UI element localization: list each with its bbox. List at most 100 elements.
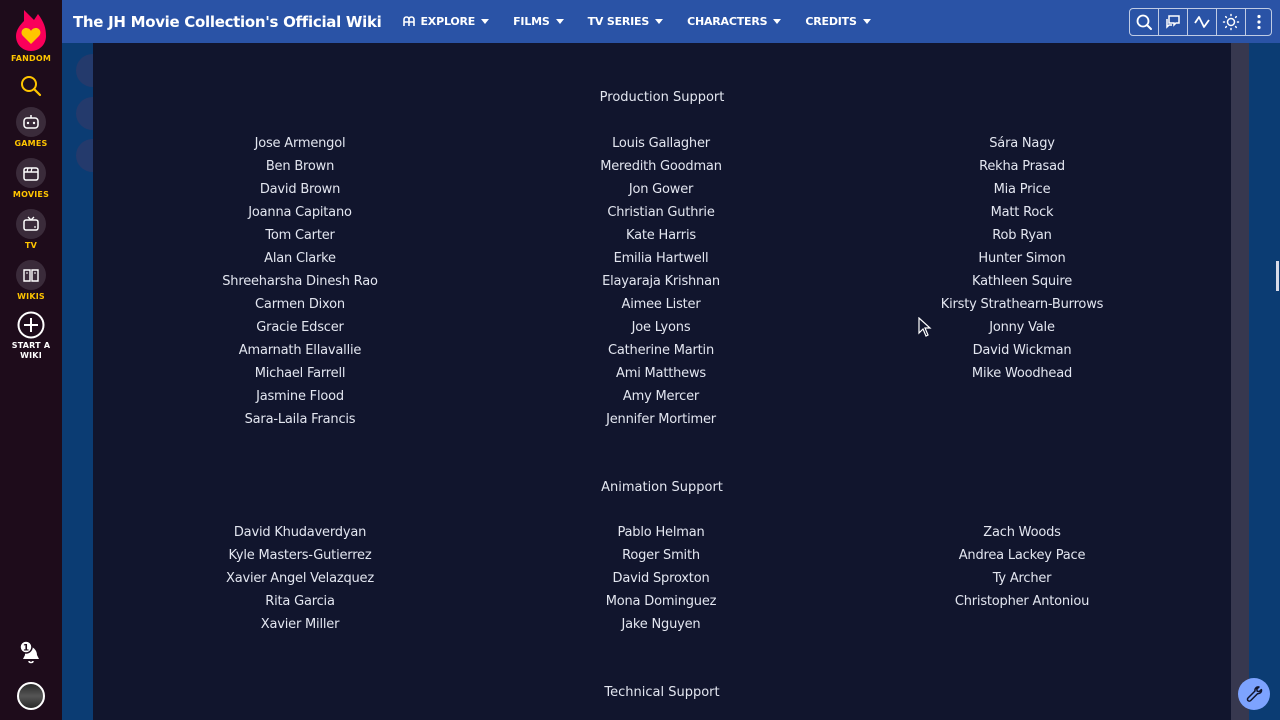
credit-name: Louis Gallagher: [612, 136, 710, 151]
chevron-down-icon: [481, 19, 490, 24]
credit-name: Sara-Laila Francis: [244, 412, 356, 427]
user-avatar[interactable]: [17, 682, 45, 710]
chevron-down-icon: [773, 19, 782, 24]
credit-name: Meredith Goodman: [600, 159, 722, 174]
tv-icon: [23, 216, 39, 231]
search-icon[interactable]: [20, 75, 42, 97]
credit-name: Roger Smith: [622, 548, 700, 563]
credit-name: Ty Archer: [992, 571, 1052, 586]
notifications-bell-icon[interactable]: 1: [19, 640, 43, 666]
credit-name: Shreeharsha Dinesh Rao: [222, 274, 378, 289]
nav-credits-label: CREDITS: [805, 15, 857, 28]
wiki-title[interactable]: The JH Movie Collection's Official Wiki: [73, 13, 382, 31]
credit-name: Amy Mercer: [622, 389, 700, 404]
search-icon: [1136, 14, 1152, 30]
section-heading-production-support: Production Support: [599, 90, 725, 105]
notification-count: 1: [23, 644, 29, 654]
credit-name: Joanna Capitano: [248, 205, 352, 220]
more-options-button[interactable]: [1246, 9, 1271, 35]
fandom-logo-icon[interactable]: [14, 8, 48, 52]
credit-name: Xavier Angel Velazquez: [226, 571, 374, 586]
fandom-label[interactable]: FANDOM: [11, 54, 51, 63]
credits-column-1: David Khudaverdyan Kyle Masters-Gutierrez…: [120, 521, 480, 636]
more-options-icon: [1256, 14, 1261, 30]
credit-name: Kyle Masters-Gutierrez: [228, 548, 372, 563]
nav-tv-series-label: TV SERIES: [587, 15, 650, 28]
recent-changes-button[interactable]: [1188, 9, 1217, 35]
chevron-down-icon: [655, 19, 664, 24]
nav-films[interactable]: FILMS: [513, 15, 564, 28]
credit-name: Jose Armengol: [254, 136, 346, 151]
credits-content: Production Support Jose Armengol Ben Brow…: [93, 43, 1231, 720]
credit-name: Christopher Antoniou: [954, 594, 1090, 609]
clapperboard-icon: [23, 167, 39, 181]
credit-name: Emilia Hartwell: [613, 251, 709, 266]
recent-changes-icon: [1194, 16, 1210, 28]
rail-item-tv[interactable]: [16, 209, 46, 239]
rail-label-games[interactable]: GAMES: [15, 139, 48, 148]
credit-name: David Wickman: [972, 343, 1072, 358]
credit-name: Zach Woods: [983, 525, 1061, 540]
gamepad-icon: [23, 115, 39, 129]
nav-tv-series[interactable]: TV SERIES: [587, 15, 664, 28]
credit-name: Jasmine Flood: [256, 389, 344, 404]
nav-credits[interactable]: CREDITS: [805, 15, 871, 28]
nav-characters-label: CHARACTERS: [687, 15, 768, 28]
rail-label-movies[interactable]: MOVIES: [13, 190, 49, 199]
credit-name: Aimee Lister: [621, 297, 701, 312]
rail-item-games[interactable]: [16, 107, 46, 137]
credit-name: David Sproxton: [612, 571, 710, 586]
section-heading-technical-support: Technical Support: [604, 685, 720, 700]
credit-name: Gracie Edscer: [256, 320, 344, 335]
nav-explore[interactable]: EXPLORE: [403, 15, 490, 28]
rail-item-wikis[interactable]: [16, 260, 46, 290]
credit-name: Rob Ryan: [992, 228, 1052, 243]
book-icon: [23, 269, 39, 282]
rail-label-tv[interactable]: TV: [25, 241, 37, 250]
theme-toggle-icon: [1222, 13, 1240, 31]
credit-name: Rita Garcia: [265, 594, 335, 609]
credit-name: David Brown: [259, 182, 341, 197]
credit-name: Mona Dominguez: [605, 594, 717, 609]
credit-name: Sára Nagy: [989, 136, 1055, 151]
credit-name: Jake Nguyen: [621, 617, 701, 632]
start-a-wiki-line2: WIKI: [20, 351, 42, 360]
credit-name: Christian Guthrie: [607, 205, 715, 220]
credit-name: Xavier Miller: [260, 617, 340, 632]
nav-films-label: FILMS: [513, 15, 550, 28]
nav-characters[interactable]: CHARACTERS: [687, 15, 782, 28]
credits-column-3: Zach Woods Andrea Lackey Pace Ty Archer Chr…: [842, 521, 1202, 613]
credit-name: Jonny Vale: [989, 320, 1055, 335]
discussions-icon: [1166, 15, 1180, 29]
wiki-nav: EXPLORE FILMS TV SERIES CHARACTERS CREDI…: [403, 15, 894, 28]
plus-circle-icon[interactable]: [17, 311, 45, 339]
credits-column-1: Jose Armengol Ben Brown David Brown Joanna …: [120, 132, 480, 431]
credit-name: Catherine Martin: [608, 343, 714, 358]
search-button[interactable]: [1130, 9, 1159, 35]
nav-explore-label: EXPLORE: [420, 15, 476, 28]
discussions-button[interactable]: [1159, 9, 1188, 35]
mouse-cursor-icon: [918, 317, 932, 337]
credit-name: Jon Gower: [628, 182, 694, 197]
theme-toggle-button[interactable]: [1217, 9, 1246, 35]
start-a-wiki-label[interactable]: START A WIKI: [12, 341, 50, 361]
right-gutter: [1231, 43, 1249, 720]
page-scrollbar-thumb[interactable]: [1276, 261, 1279, 291]
section-heading-animation-support: Animation Support: [601, 480, 723, 495]
credit-name: Tom Carter: [265, 228, 335, 243]
credit-name: Hunter Simon: [978, 251, 1066, 266]
credit-name: Joe Lyons: [631, 320, 691, 335]
credit-name: Kirsty Strathearn-Burrows: [940, 297, 1104, 312]
credit-name: David Khudaverdyan: [233, 525, 367, 540]
page-tools-button[interactable]: [1238, 678, 1270, 710]
credit-name: Elayaraja Krishnan: [602, 274, 720, 289]
chevron-down-icon: [555, 19, 564, 24]
explore-icon: [403, 16, 416, 26]
start-a-wiki-line1: START A: [11, 341, 51, 350]
chevron-down-icon: [862, 19, 871, 24]
rail-label-wikis[interactable]: WIKIS: [17, 292, 45, 301]
rail-item-movies[interactable]: [16, 158, 46, 188]
credits-column-2: Louis Gallagher Meredith Goodman Jon Gower…: [481, 132, 841, 431]
credit-name: Mike Woodhead: [971, 366, 1073, 381]
credit-name: Jennifer Mortimer: [606, 412, 716, 427]
